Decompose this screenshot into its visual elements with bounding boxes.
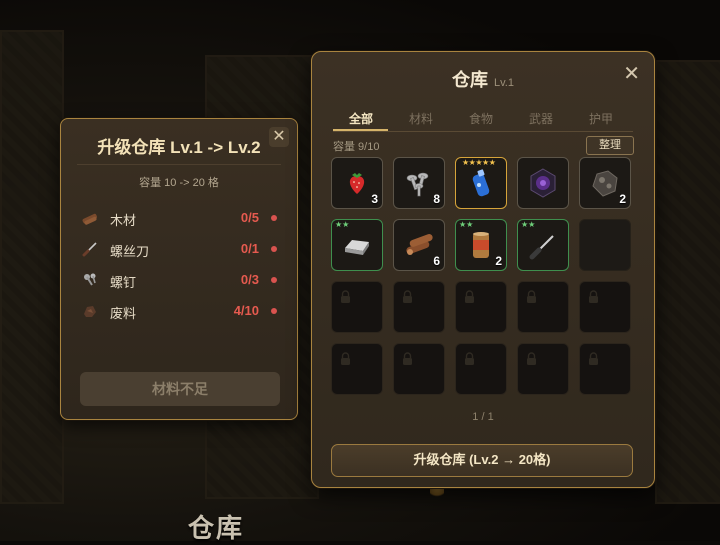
lock-icon <box>527 290 536 303</box>
inventory-slot-locked <box>517 281 569 333</box>
inventory-slot-locked <box>579 281 631 333</box>
upgrade-warehouse-button[interactable]: 升级仓库 (Lv.2 → 20格) <box>331 444 633 477</box>
inventory-slot-locked <box>455 343 507 395</box>
divider <box>333 131 633 132</box>
tab-food[interactable]: 食物 <box>456 110 506 127</box>
material-name: 螺钉 <box>110 275 137 290</box>
wood-icon <box>82 213 97 225</box>
warehouse-panel: 仓库 Lv.1 ✕ 全部 材料 食物 武器 护甲 容量 9/10 整理 3 8 ★… <box>311 51 655 488</box>
warehouse-level: Lv.1 <box>494 77 514 89</box>
warehouse-close-button[interactable]: ✕ <box>623 64 640 84</box>
iron-ingot-icon <box>345 240 369 255</box>
background-wall-right <box>655 60 720 504</box>
inventory-slot-empty[interactable] <box>579 219 631 271</box>
item-count: 8 <box>433 192 440 206</box>
inventory-slot-locked <box>455 281 507 333</box>
material-count: 4/10 <box>233 303 259 318</box>
inventory-slot-can[interactable]: ★★ 2 <box>455 219 507 271</box>
screwdriver-icon <box>529 235 554 260</box>
upgrade-capacity-text: 容量 10 -> 20 格 <box>139 177 219 189</box>
upgrade-title: 升级仓库 Lv.1 -> Lv.2 <box>97 138 261 157</box>
insufficient-materials-button[interactable]: 材料不足 <box>80 372 280 406</box>
sort-button[interactable]: 整理 <box>586 136 634 155</box>
inventory-slot-potion[interactable]: ★★★★★ <box>455 157 507 209</box>
tab-armor[interactable]: 护甲 <box>576 110 626 127</box>
scrap-icon <box>84 306 96 317</box>
item-count: 2 <box>495 254 502 268</box>
inventory-slot-locked <box>331 281 383 333</box>
lock-icon <box>341 290 350 303</box>
rune-icon <box>530 168 556 198</box>
inventory-slot-locked <box>393 281 445 333</box>
upgrade-close-button[interactable]: ✕ <box>269 127 289 147</box>
missing-indicator <box>271 215 277 221</box>
inventory-slot-iron-ingot[interactable]: ★★ <box>331 219 383 271</box>
item-count: 6 <box>433 254 440 268</box>
lock-icon <box>589 290 598 303</box>
warehouse-title: 仓库 <box>452 70 488 90</box>
material-name: 废料 <box>110 306 137 321</box>
lock-icon <box>341 352 350 365</box>
tab-all[interactable]: 全部 <box>336 110 386 127</box>
material-row-wood: 木材 0/5 <box>81 207 279 229</box>
material-name: 螺丝刀 <box>110 244 150 259</box>
screw-icon <box>84 273 96 286</box>
strawberry-icon <box>349 173 365 194</box>
page-indicator: 1 / 1 <box>472 411 494 423</box>
screws-icon <box>406 172 429 197</box>
missing-indicator <box>271 308 277 314</box>
material-name: 木材 <box>110 213 137 228</box>
inventory-slot-logs[interactable]: 6 <box>393 219 445 271</box>
tab-materials[interactable]: 材料 <box>396 110 446 127</box>
inventory-slot-locked <box>517 343 569 395</box>
warehouse-capacity: 容量 9/10 <box>333 141 380 153</box>
canned-food-icon <box>473 232 489 258</box>
material-row-screw: 螺钉 0/3 <box>81 269 279 291</box>
missing-indicator <box>271 277 277 283</box>
inventory-slot-screws[interactable]: 8 <box>393 157 445 209</box>
inventory-slot-screwdriver[interactable]: ★★ <box>517 219 569 271</box>
lock-icon <box>403 352 412 365</box>
material-count: 0/3 <box>240 272 259 287</box>
upgrade-dialog: 升级仓库 Lv.1 -> Lv.2 ✕ 容量 10 -> 20 格 木材 0/5… <box>60 118 298 420</box>
logs-icon <box>406 234 433 255</box>
background-building-label: 仓库 <box>188 513 245 543</box>
screwdriver-icon <box>82 242 97 257</box>
lock-icon <box>465 352 474 365</box>
material-row-scrap: 废料 4/10 <box>81 300 279 322</box>
scrap-metal-icon <box>592 170 618 197</box>
material-row-screwdriver: 螺丝刀 0/1 <box>81 238 279 260</box>
tab-weapons[interactable]: 武器 <box>516 110 566 127</box>
warehouse-header: 仓库 Lv.1 <box>312 66 654 92</box>
lock-icon <box>589 352 598 365</box>
divider <box>77 164 281 165</box>
inventory-slot-locked <box>331 343 383 395</box>
inventory-slot-locked <box>393 343 445 395</box>
potion-icon <box>472 169 490 197</box>
inventory-slot-strawberry[interactable]: 3 <box>331 157 383 209</box>
lock-icon <box>403 290 412 303</box>
item-count: 3 <box>371 192 378 206</box>
missing-indicator <box>271 246 277 252</box>
inventory-slot-scrap[interactable]: 2 <box>579 157 631 209</box>
inventory-slot-locked <box>579 343 631 395</box>
background-wall-left <box>0 30 64 504</box>
material-count: 0/5 <box>240 210 259 225</box>
category-tabs: 全部 材料 食物 武器 护甲 <box>333 110 633 131</box>
inventory-slot-rune[interactable] <box>517 157 569 209</box>
lock-icon <box>527 352 536 365</box>
material-count: 0/1 <box>240 241 259 256</box>
lock-icon <box>465 290 474 303</box>
item-count: 2 <box>619 192 626 206</box>
